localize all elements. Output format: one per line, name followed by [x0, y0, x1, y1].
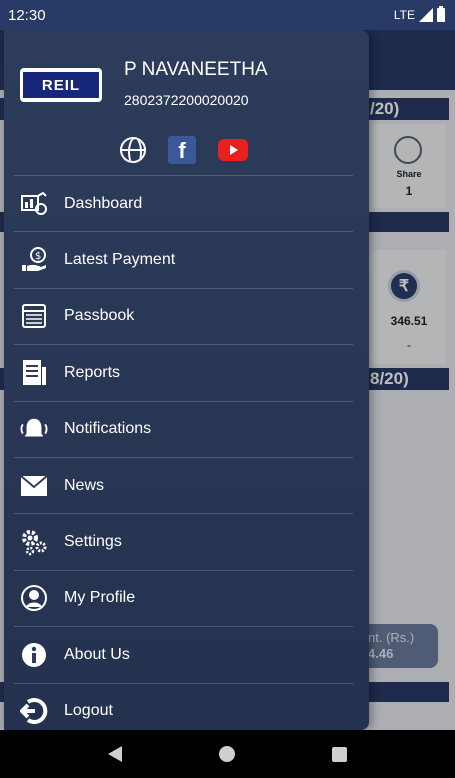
signal-icon — [419, 8, 433, 22]
menu-item-passbook[interactable]: Passbook — [14, 287, 353, 344]
menu-label: Dashboard — [64, 194, 143, 212]
svg-text:$: $ — [35, 251, 41, 262]
status-time: 12:30 — [8, 6, 46, 24]
menu-label: My Profile — [64, 589, 136, 607]
drawer-menu: Dashboard $ Latest Payment Passbook Repo… — [4, 175, 369, 739]
payment-icon: $ — [20, 246, 48, 274]
status-indicators: LTE — [393, 6, 445, 22]
menu-item-about-us[interactable]: About Us — [14, 626, 353, 682]
menu-label: Settings — [64, 533, 122, 551]
reports-icon — [20, 359, 48, 387]
facebook-icon[interactable]: f — [168, 136, 196, 164]
menu-item-latest-payment[interactable]: $ Latest Payment — [14, 231, 353, 287]
bell-icon — [20, 415, 48, 443]
menu-label: About Us — [64, 645, 130, 663]
menu-item-my-profile[interactable]: My Profile — [14, 569, 353, 626]
menu-label: News — [64, 476, 105, 494]
profile-icon — [20, 584, 48, 612]
menu-label: Latest Payment — [64, 251, 176, 269]
back-icon[interactable] — [108, 746, 123, 762]
logout-icon — [20, 697, 48, 725]
menu-item-settings[interactable]: Settings — [14, 513, 353, 569]
reil-logo: REIL — [20, 68, 102, 102]
gear-icon — [20, 528, 48, 556]
navigation-drawer: REIL P NAVANEETHA 2802372200020020 f Das… — [4, 30, 369, 730]
social-links: f — [120, 136, 248, 164]
user-name: P NAVANEETHA — [124, 59, 268, 80]
menu-item-reports[interactable]: Reports — [14, 344, 353, 400]
network-type: LTE — [393, 8, 415, 22]
globe-icon[interactable] — [120, 137, 146, 163]
status-bar: 12:30 LTE — [0, 0, 455, 30]
menu-item-news[interactable]: News — [14, 456, 353, 513]
menu-item-notifications[interactable]: Notifications — [14, 400, 353, 457]
logo-text: REIL — [23, 72, 99, 98]
menu-label: Reports — [64, 363, 121, 381]
mail-icon — [20, 472, 48, 500]
menu-label: Logout — [64, 702, 113, 720]
youtube-icon[interactable] — [218, 139, 248, 161]
battery-icon — [437, 6, 445, 22]
menu-label: Passbook — [64, 307, 135, 325]
user-id: 2802372200020020 — [124, 92, 249, 108]
system-nav-bar — [0, 730, 455, 778]
home-icon[interactable] — [218, 746, 235, 762]
passbook-icon — [20, 302, 48, 330]
info-icon — [20, 641, 48, 669]
menu-label: Notifications — [64, 420, 152, 438]
dashboard-icon — [20, 190, 48, 218]
recent-apps-icon[interactable] — [331, 746, 347, 762]
menu-item-dashboard[interactable]: Dashboard — [14, 175, 353, 231]
